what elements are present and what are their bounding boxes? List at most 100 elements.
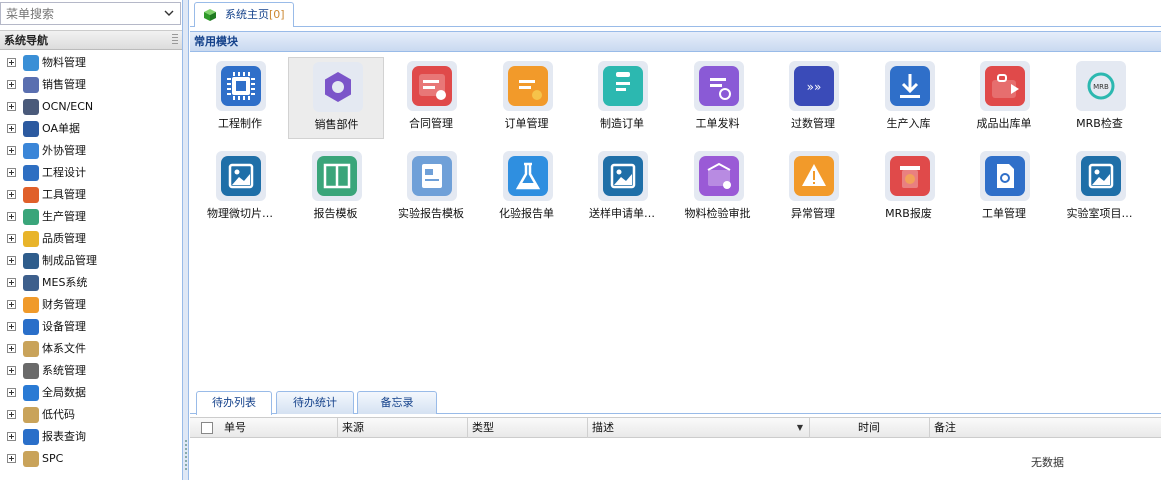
module-report-doc[interactable]: 实验报告模板 xyxy=(383,147,479,229)
nav-item[interactable]: 工具管理 xyxy=(0,184,182,206)
module-workorder[interactable]: 工单管理 xyxy=(956,147,1052,229)
module-photo[interactable]: 送样申请单… xyxy=(574,147,670,229)
contract-icon xyxy=(407,61,457,111)
nav-item[interactable]: 全局数据 xyxy=(0,382,182,404)
expand-plus-icon[interactable] xyxy=(7,410,16,419)
nav-item-label: 低代码 xyxy=(42,408,75,421)
expand-plus-icon[interactable] xyxy=(7,432,16,441)
module-hexagon[interactable]: 销售部件 xyxy=(287,57,384,139)
nav-item[interactable]: 销售管理 xyxy=(0,74,182,96)
col-source[interactable]: 来源 xyxy=(338,418,468,438)
scrap-bin-icon xyxy=(884,151,935,201)
module-chip[interactable]: 工程制作 xyxy=(192,57,288,139)
menu-search-input[interactable] xyxy=(1,3,161,24)
col-number[interactable]: 单号 xyxy=(220,418,338,438)
module-inspect-box[interactable]: 物料检验审批 xyxy=(670,147,766,229)
nav-item-label: 系统管理 xyxy=(42,364,86,377)
nav-item-label: 财务管理 xyxy=(42,298,86,311)
module-label: 化验报告单 xyxy=(499,207,554,220)
bottom-tab[interactable]: 待办统计 xyxy=(276,391,354,414)
module-outbound[interactable]: 成品出库单 xyxy=(956,57,1052,139)
expand-plus-icon[interactable] xyxy=(7,388,16,397)
sidebar-splitter[interactable] xyxy=(183,0,189,480)
module-label: 工程制作 xyxy=(218,117,262,130)
nav-item[interactable]: 生产管理 xyxy=(0,206,182,228)
nav-item[interactable]: 设备管理 xyxy=(0,316,182,338)
expand-plus-icon[interactable] xyxy=(7,146,16,155)
module-download[interactable]: 生产入库 xyxy=(861,57,957,139)
expand-plus-icon[interactable] xyxy=(7,190,16,199)
module-grid: 工程制作 销售部件 合同管理 订单管理 制造订单 工单发料 »» 过数管理 生产入库 成品出库单 M… xyxy=(190,56,1161,231)
col-description[interactable]: 描述 ▼ xyxy=(588,418,810,438)
module-clipboard[interactable]: 制造订单 xyxy=(574,57,670,139)
nav-item[interactable]: 报表查询 xyxy=(0,426,182,448)
collapse-grip-icon[interactable] xyxy=(172,34,178,46)
col-time[interactable]: 时间 xyxy=(810,418,930,438)
nav-item[interactable]: 工程设计 xyxy=(0,162,182,184)
expand-plus-icon[interactable] xyxy=(7,344,16,353)
splitter-grip-icon[interactable] xyxy=(185,440,187,470)
expand-plus-icon[interactable] xyxy=(7,278,16,287)
nav-item[interactable]: MES系统 xyxy=(0,272,182,294)
inspect-box-icon xyxy=(693,151,744,201)
expand-plus-icon[interactable] xyxy=(7,102,16,111)
nav-item[interactable]: 物料管理 xyxy=(0,52,182,74)
menu-search-field[interactable] xyxy=(0,2,181,25)
nav-item[interactable]: 系统管理 xyxy=(0,360,182,382)
tab-home[interactable]: 系统主页[0] xyxy=(194,2,294,27)
module-scrap-bin[interactable]: MRB报废 xyxy=(861,147,957,229)
module-chevrons[interactable]: »» 过数管理 xyxy=(765,57,861,139)
module-warning[interactable]: 异常管理 xyxy=(765,147,861,229)
expand-plus-icon[interactable] xyxy=(7,256,16,265)
module-flask[interactable]: 化验报告单 xyxy=(479,147,575,229)
chevron-down-icon[interactable] xyxy=(163,7,175,19)
module-material-issue[interactable]: 工单发料 xyxy=(670,57,766,139)
sort-indicator-icon[interactable]: ▼ xyxy=(797,418,803,438)
server-icon xyxy=(23,275,39,291)
expand-plus-icon[interactable] xyxy=(7,212,16,221)
expand-plus-icon[interactable] xyxy=(7,366,16,375)
expand-plus-icon[interactable] xyxy=(7,58,16,67)
nav-item[interactable]: 低代码 xyxy=(0,404,182,426)
equipment-icon xyxy=(23,319,39,335)
module-photo[interactable]: 实验室项目… xyxy=(1052,147,1148,229)
col-remark[interactable]: 备注 xyxy=(930,418,1161,438)
nav-item[interactable]: 财务管理 xyxy=(0,294,182,316)
bottom-tab[interactable]: 备忘录 xyxy=(357,391,437,414)
module-template[interactable]: 报告模板 xyxy=(288,147,384,229)
nav-item-label: 报表查询 xyxy=(42,430,86,443)
nav-item-label: 体系文件 xyxy=(42,342,86,355)
nav-item[interactable]: OA单据 xyxy=(0,118,182,140)
expand-plus-icon[interactable] xyxy=(7,124,16,133)
handshake-icon xyxy=(23,143,39,159)
select-all-checkbox[interactable] xyxy=(201,422,213,434)
finance-icon xyxy=(23,297,39,313)
bottom-tab[interactable]: 待办列表 xyxy=(196,391,272,415)
workorder-icon xyxy=(980,151,1030,201)
nav-item[interactable]: 体系文件 xyxy=(0,338,182,360)
nav-item-label: 物料管理 xyxy=(42,56,86,69)
molecule-icon xyxy=(23,253,39,269)
nav-item[interactable]: 制成品管理 xyxy=(0,250,182,272)
report-search-icon xyxy=(23,429,39,445)
nav-item[interactable]: SPC xyxy=(0,448,182,470)
nav-item[interactable]: 外协管理 xyxy=(0,140,182,162)
module-label: 制造订单 xyxy=(600,117,644,130)
module-contract[interactable]: 合同管理 xyxy=(383,57,479,139)
expand-plus-icon[interactable] xyxy=(7,234,16,243)
col-type[interactable]: 类型 xyxy=(468,418,588,438)
module-mrb-check[interactable]: MRB MRB检查 xyxy=(1052,57,1148,139)
template-icon xyxy=(311,151,362,201)
module-label: 成品出库单 xyxy=(976,117,1032,130)
module-photo[interactable]: 物理微切片… xyxy=(192,147,288,229)
nav-item[interactable]: OCN/ECN xyxy=(0,96,182,118)
expand-plus-icon[interactable] xyxy=(7,168,16,177)
expand-plus-icon[interactable] xyxy=(7,80,16,89)
material-issue-icon xyxy=(693,61,744,111)
expand-plus-icon[interactable] xyxy=(7,454,16,463)
module-order[interactable]: 订单管理 xyxy=(479,57,575,139)
expand-plus-icon[interactable] xyxy=(7,322,16,331)
nav-item[interactable]: 品质管理 xyxy=(0,228,182,250)
order-icon xyxy=(502,61,553,111)
expand-plus-icon[interactable] xyxy=(7,300,16,309)
